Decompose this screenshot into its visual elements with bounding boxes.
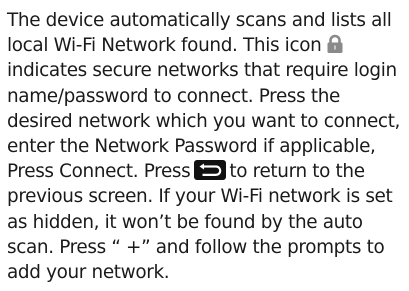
text-line-6: enter the Network Password if applicable… [7,134,407,159]
text-line-8: previous screen. If your Wi-Fi network i… [7,184,407,209]
text-line-1: The device automatically scans and lists… [7,8,407,33]
text-line-9: as hidden, it won’t be found by the auto [7,210,407,235]
instruction-paragraph: The device automatically scans and lists… [7,8,407,285]
text-segment: indicates secure networks that require l… [7,60,397,82]
text-segment: as hidden, it won’t be found by the auto [7,211,363,233]
text-segment: The device automatically scans and lists… [7,10,392,31]
text-segment: enter the Network Password if applicable… [7,135,376,157]
text-line-7: Press Connect. Press to return to the [7,159,407,184]
text-line-3: indicates secure networks that require l… [7,58,407,83]
text-segment: name/password to connect. Press the [7,85,340,107]
lock-icon [325,34,345,54]
text-segment: to return to the [229,161,365,183]
text-segment: desired network which you want to connec… [7,110,401,132]
text-line-5: desired network which you want to connec… [7,109,407,134]
text-segment: previous screen. If your Wi-Fi network i… [7,186,393,208]
text-line-2: local Wi-Fi Network found. This icon [7,33,407,58]
text-segment: scan. Press “ +” and follow the prompts … [7,236,385,258]
text-line-10: scan. Press “ +” and follow the prompts … [7,235,407,260]
back-arrow-icon [194,160,227,181]
text-line-11: add your network. [7,260,407,285]
text-segment: add your network. [7,261,170,283]
text-segment: local Wi-Fi Network found. This icon [7,35,322,57]
text-segment: Press Connect. Press [7,161,191,183]
text-line-4: name/password to connect. Press the [7,84,407,109]
